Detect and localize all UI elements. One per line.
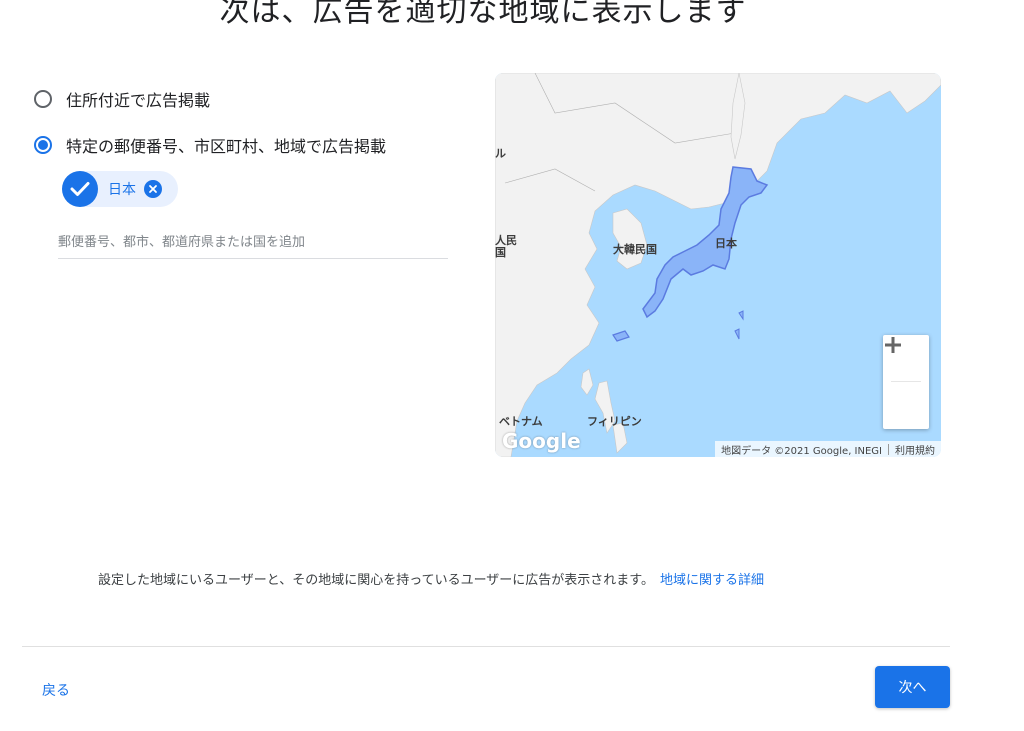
map-label-mongolia: ル <box>495 147 506 160</box>
map-label-korea: 大韓民国 <box>613 243 657 256</box>
radio-specific-locations[interactable]: 特定の郵便番号、市区町村、地域で広告掲載 <box>34 133 386 157</box>
radio-circle[interactable] <box>34 90 52 108</box>
radio-label-specific-locations: 特定の郵便番号、市区町村、地域で広告掲載 <box>66 137 387 156</box>
map-attribution: 地図データ ©2021 Google, INEGI 利用規約 <box>715 441 941 457</box>
back-button[interactable]: 戻る <box>42 680 70 700</box>
next-button[interactable]: 次へ <box>875 666 950 708</box>
footer-divider <box>22 646 950 647</box>
map-view[interactable]: 大韓民国 日本 ベトナム フィリピン 人民 国 ル Google 地図データ ©… <box>495 73 941 457</box>
location-search-input[interactable] <box>58 226 448 259</box>
attribution-separator <box>888 443 889 455</box>
location-details-link[interactable]: 地域に関する詳細 <box>660 573 764 588</box>
location-chip-japan: 日本 <box>62 171 178 207</box>
map-label-philippines: フィリピン <box>587 415 642 428</box>
map-label-japan: 日本 <box>715 237 737 250</box>
info-text-row: 設定した地域にいるユーザーと、その地域に関心を持っているユーザーに広告が表示され… <box>98 569 764 588</box>
zoom-out-button[interactable] <box>883 343 929 428</box>
info-text: 設定した地域にいるユーザーと、その地域に関心を持っているユーザーに広告が表示され… <box>98 573 655 588</box>
map-label-china: 人民 国 <box>495 234 517 259</box>
map-canvas <box>495 73 941 457</box>
map-data-credit: 地図データ ©2021 Google, INEGI <box>721 445 882 457</box>
map-zoom-controls <box>883 335 929 429</box>
radio-nearby-address[interactable]: 住所付近で広告掲載 <box>34 87 210 111</box>
radio-circle-selected[interactable] <box>34 136 52 154</box>
minus-icon <box>885 343 901 347</box>
check-icon <box>62 171 98 207</box>
terms-link[interactable]: 利用規約 <box>895 442 935 457</box>
remove-chip-icon[interactable] <box>144 180 162 198</box>
page-title: 次は、広告を適切な地域に表示します <box>219 0 747 29</box>
radio-label-nearby-address: 住所付近で広告掲載 <box>66 91 211 110</box>
google-logo: Google <box>502 429 581 453</box>
chip-label: 日本 <box>108 182 136 198</box>
map-label-vietnam: ベトナム <box>499 415 543 428</box>
